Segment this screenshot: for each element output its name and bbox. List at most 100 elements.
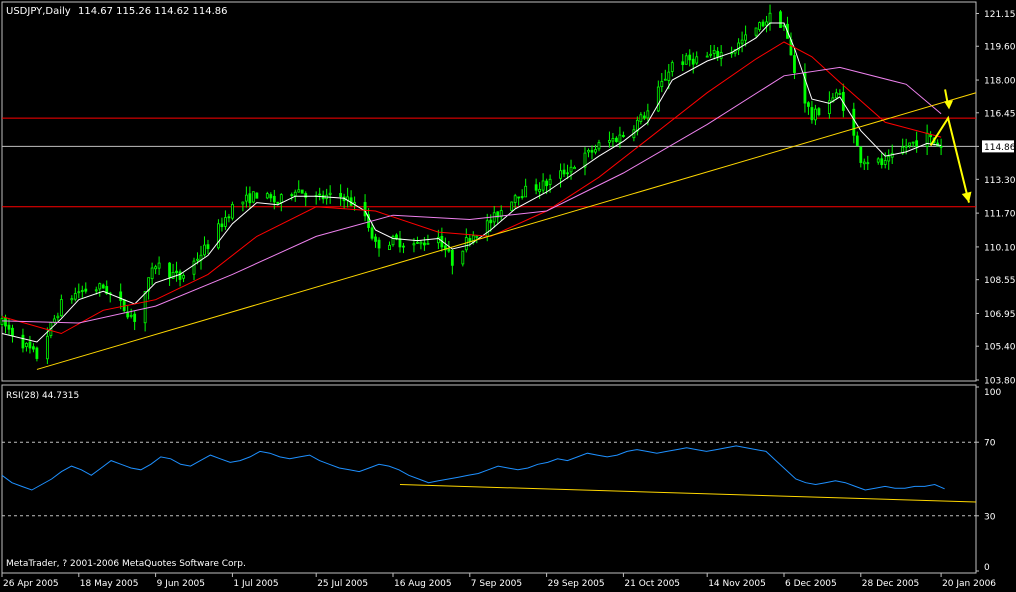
- candle-body: [251, 191, 255, 203]
- price-tick-label: 121.15: [984, 10, 1016, 20]
- candle-body: [925, 132, 929, 147]
- candle-body: [4, 317, 7, 327]
- candle-body: [196, 258, 199, 261]
- candle-body: [517, 196, 521, 199]
- candle-body: [464, 237, 468, 251]
- candle-body: [231, 204, 234, 219]
- candle-body: [468, 238, 472, 242]
- candle-body: [559, 170, 562, 179]
- candle-body: [475, 235, 479, 238]
- candle-body: [227, 216, 231, 219]
- candle-body: [35, 347, 39, 359]
- candle: [300, 189, 304, 194]
- date-tick-label: 26 Apr 2005: [3, 579, 59, 588]
- candle-body: [807, 102, 810, 107]
- copyright-text: MetaTrader, ? 2001-2006 MetaQuotes Softw…: [6, 559, 246, 569]
- date-tick-label: 14 Nov 2005: [708, 579, 766, 588]
- candle-body: [28, 341, 32, 349]
- rsi-tick-label: 0: [984, 563, 990, 573]
- candle-body: [573, 166, 576, 170]
- rsi-header: RSI(28) 44.7315: [6, 391, 79, 401]
- price-tick-label: 111.70: [984, 210, 1016, 220]
- candle-body: [272, 195, 276, 203]
- candle-body: [656, 86, 660, 112]
- candle-body: [524, 185, 528, 198]
- candle-body: [667, 71, 671, 81]
- candle-body: [740, 39, 744, 44]
- candle-body: [765, 21, 768, 26]
- candle-body: [569, 166, 573, 173]
- candle-body: [642, 115, 646, 119]
- candle-body: [265, 193, 269, 199]
- candle-body: [709, 53, 713, 56]
- date-tick-label: 21 Oct 2005: [624, 579, 680, 588]
- candle-body: [695, 56, 699, 64]
- price-tick-label: 110.10: [984, 243, 1016, 253]
- candle-body: [670, 62, 674, 72]
- candle-body: [862, 161, 866, 165]
- candle-body: [681, 61, 685, 65]
- candle-body: [21, 334, 25, 349]
- candle-body: [182, 275, 185, 279]
- candle-body: [447, 248, 451, 252]
- candle-body: [510, 201, 514, 211]
- candle: [510, 201, 514, 212]
- price-tick-label: 103.80: [984, 377, 1016, 387]
- candle-body: [615, 137, 618, 142]
- candle-body: [84, 288, 88, 292]
- candle-body: [157, 262, 161, 269]
- rsi-tick-label: 100: [984, 388, 1001, 398]
- date-tick-label: 1 Jul 2005: [233, 579, 278, 588]
- candle-body: [548, 178, 552, 185]
- candle-body: [541, 180, 545, 191]
- candle-body: [206, 244, 210, 250]
- candle-body: [594, 149, 597, 153]
- candle-body: [244, 194, 248, 202]
- price-tick-label: 113.30: [984, 176, 1016, 186]
- current-price-label: 114.86: [984, 143, 1016, 153]
- candle-body: [203, 244, 206, 256]
- candle-body: [0, 318, 4, 325]
- candle-body: [461, 250, 465, 265]
- candle-body: [915, 140, 919, 147]
- candle-body: [779, 11, 782, 28]
- candle: [391, 234, 395, 247]
- candle-body: [883, 160, 887, 165]
- candle-body: [7, 324, 11, 330]
- candle-body: [154, 266, 158, 270]
- candle-body: [880, 158, 884, 166]
- candle-body: [122, 299, 126, 311]
- candle-body: [834, 92, 838, 99]
- candle-body: [852, 108, 856, 136]
- candle-body: [178, 271, 182, 280]
- chart-window[interactable]: 121.15 119.60 118.00 116.45 114.86 113.30 111.…: [0, 0, 1016, 589]
- candle-body: [545, 180, 549, 187]
- candle-body: [297, 189, 301, 193]
- candle: [817, 107, 821, 117]
- candle-body: [119, 291, 123, 301]
- candle: [255, 192, 259, 199]
- candle-body: [939, 145, 943, 148]
- symbol-label: USDJPY,Daily: [6, 6, 71, 17]
- candle-body: [293, 191, 297, 197]
- date-tick-label: 25 Jul 2005: [317, 579, 368, 588]
- candle-body: [402, 245, 405, 248]
- date-tick-label: 6 Dec 2005: [785, 579, 837, 588]
- candle: [231, 201, 234, 221]
- candle-body: [175, 270, 178, 274]
- candle-body: [590, 150, 594, 153]
- candle-body: [534, 184, 538, 191]
- candle-body: [908, 142, 912, 146]
- candle-body: [290, 194, 294, 196]
- candle-body: [646, 110, 650, 119]
- candle-body: [566, 172, 569, 175]
- candle-body: [485, 220, 489, 237]
- candle-body: [744, 34, 747, 41]
- candle-body: [339, 193, 343, 198]
- candle-body: [866, 162, 870, 165]
- candle-body: [611, 138, 615, 142]
- candle-body: [192, 260, 196, 275]
- candle-body: [328, 192, 332, 195]
- candle-body: [719, 52, 723, 59]
- candle-body: [904, 145, 908, 148]
